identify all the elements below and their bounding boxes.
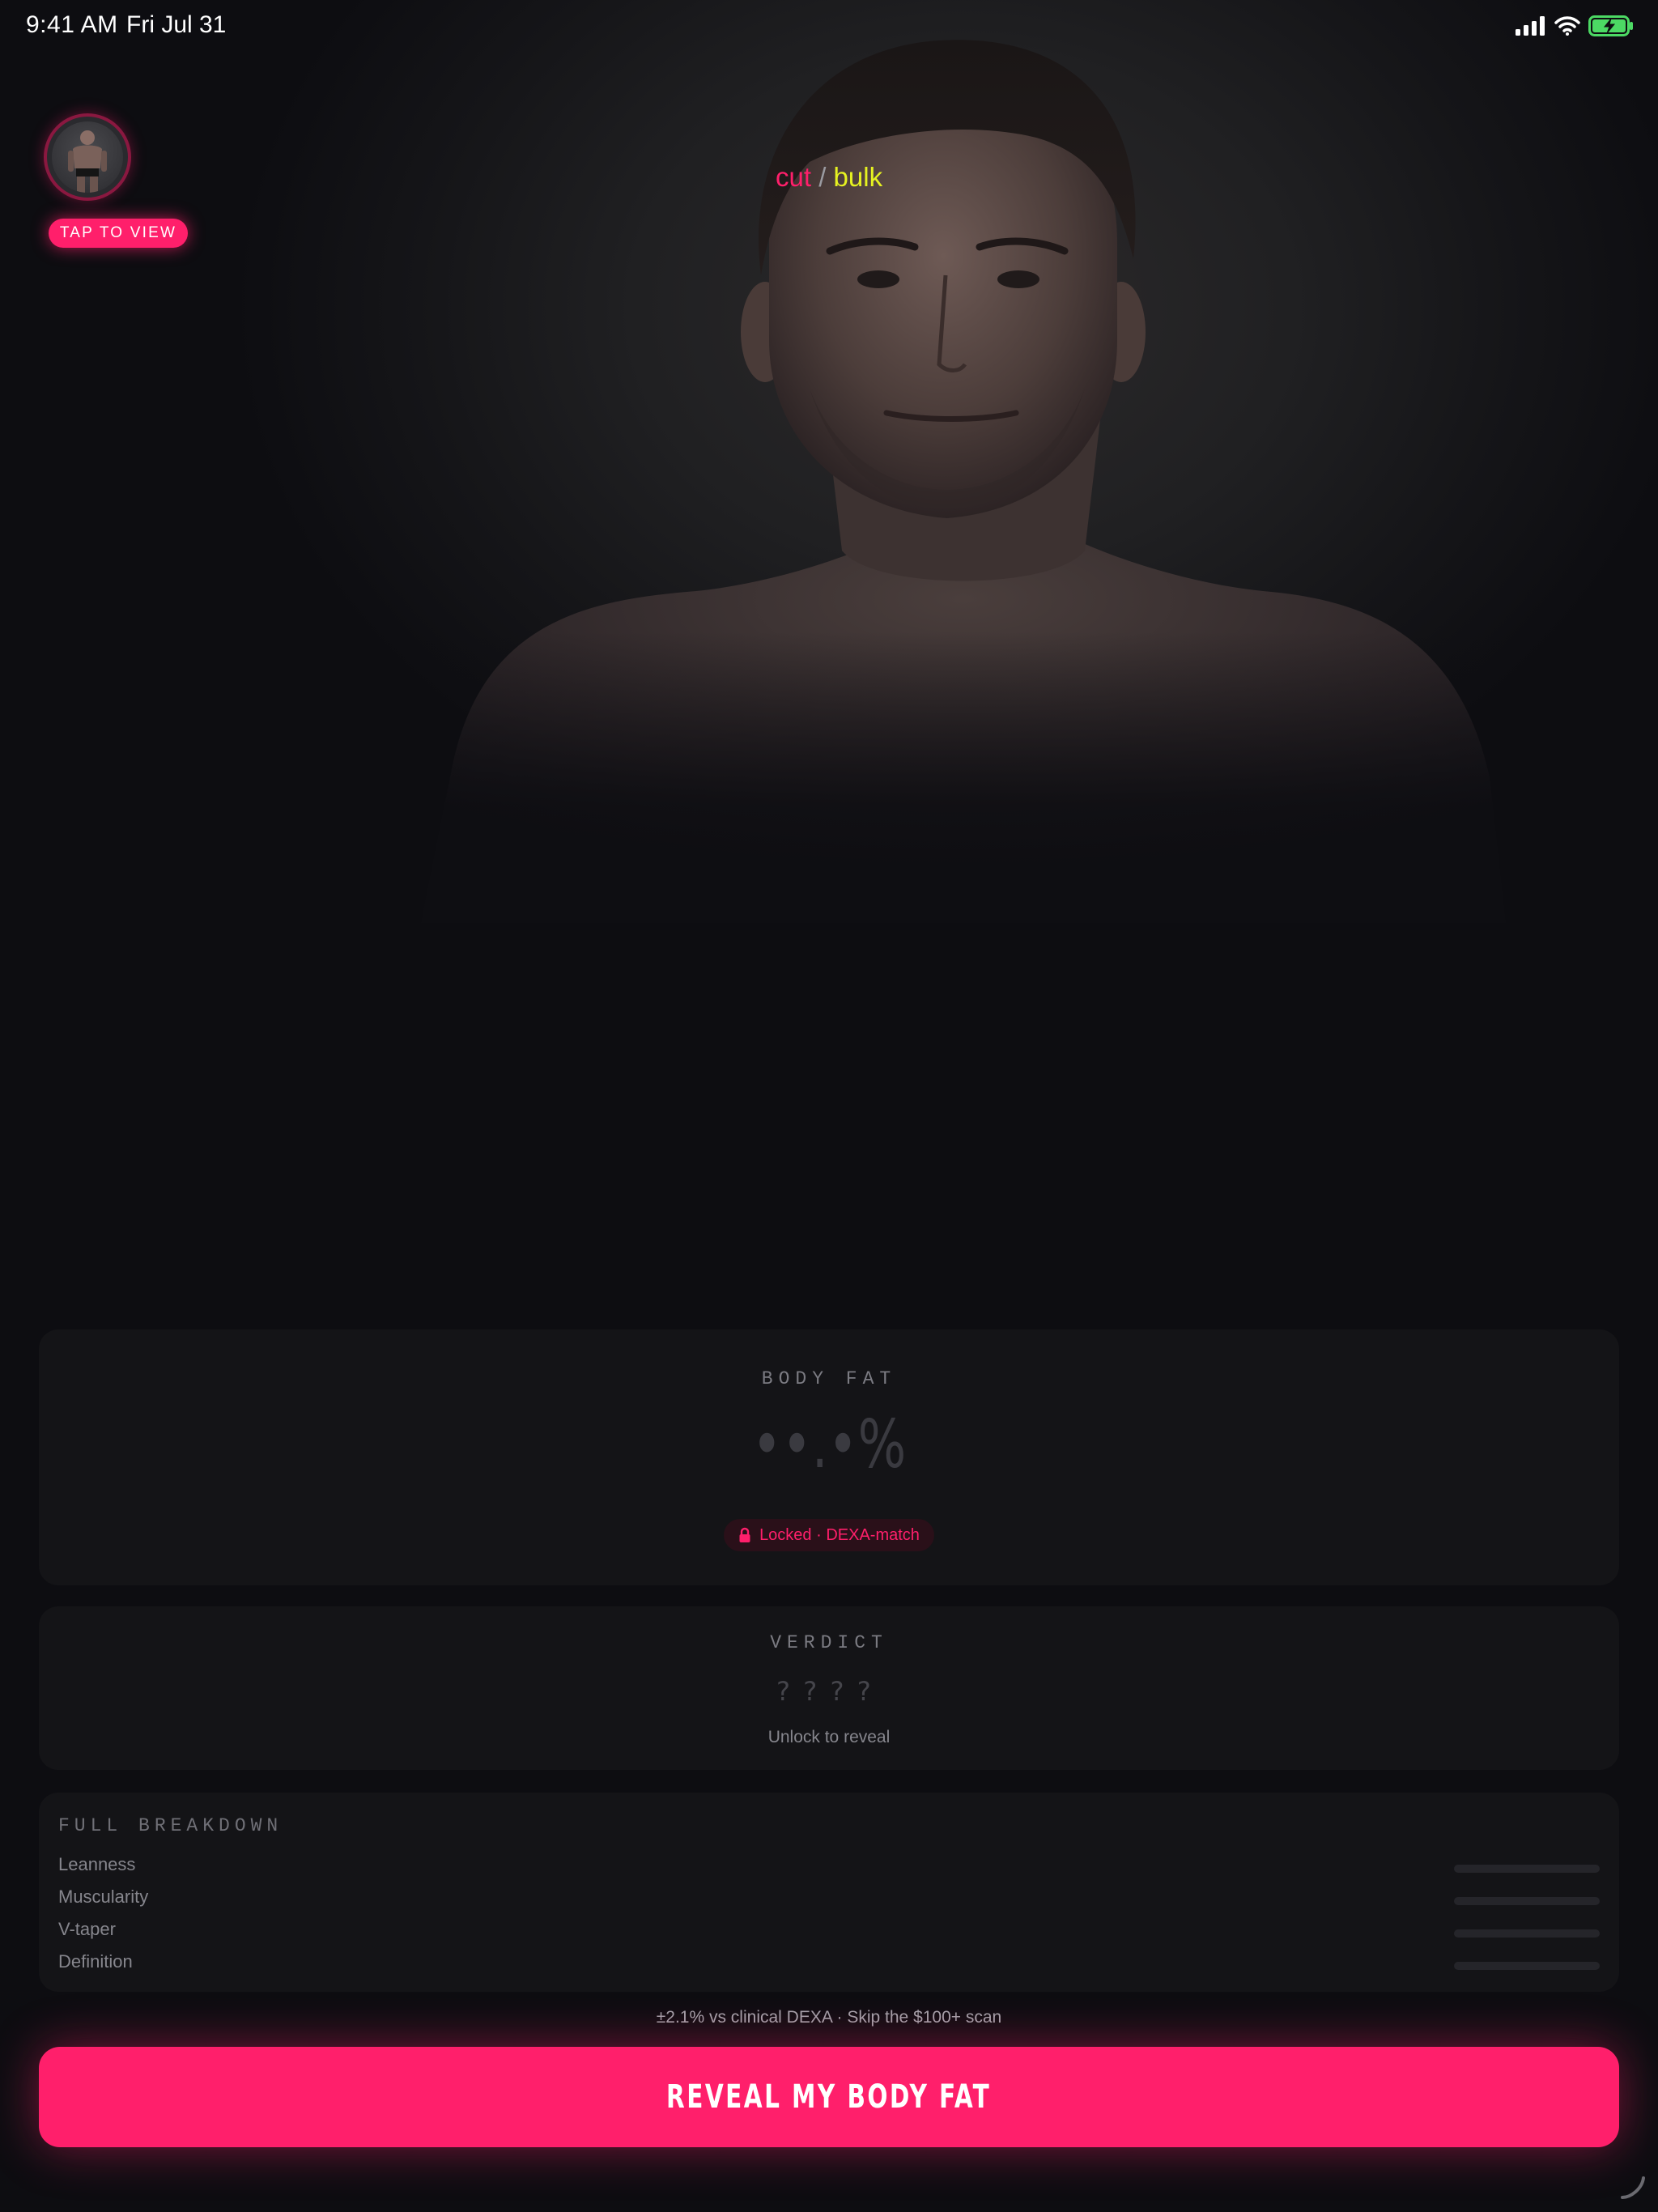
locked-label: Locked · DEXA-match bbox=[759, 1525, 920, 1544]
breakdown-row-bar-locked bbox=[1454, 1929, 1600, 1938]
verdict-unlock-hint: Unlock to reveal bbox=[767, 1728, 891, 1746]
toggle-separator: / bbox=[818, 162, 827, 192]
locked-badge: Locked · DEXA-match bbox=[724, 1519, 934, 1551]
breakdown-title: FULL BREAKDOWN bbox=[58, 1815, 283, 1836]
accuracy-footnote: ±2.1% vs clinical DEXA · Skip the $100+ … bbox=[656, 2008, 1002, 2027]
status-bar: 9:41 AM Fri Jul 31 bbox=[0, 0, 1658, 52]
breakdown-row-label: Muscularity bbox=[58, 1887, 149, 1907]
breakdown-row-definition: Definition bbox=[58, 1951, 1600, 1984]
lock-icon bbox=[739, 1527, 750, 1542]
verdict-label: VERDICT bbox=[770, 1632, 888, 1653]
status-time: 9:41 AM bbox=[26, 11, 118, 38]
body-fat-value: ••.•% bbox=[751, 1406, 907, 1483]
body-photo-thumbnail[interactable] bbox=[44, 113, 131, 201]
body-fat-card: BODY FAT ••.•% Locked · DEXA-match bbox=[39, 1329, 1619, 1585]
reveal-button-label: REVEAL MY BODY FAT bbox=[666, 2078, 992, 2116]
status-icons bbox=[1516, 15, 1634, 37]
breakdown-row-label: Leanness bbox=[58, 1854, 136, 1874]
cut-bulk-toggle[interactable]: cut / bulk bbox=[776, 162, 882, 193]
status-date: Fri Jul 31 bbox=[126, 11, 227, 38]
body-fat-label: BODY FAT bbox=[761, 1368, 897, 1389]
person-figure-icon bbox=[68, 130, 107, 193]
breakdown-row-leanness: Leanness bbox=[58, 1854, 1600, 1887]
body-photo-thumbnail-image bbox=[52, 121, 123, 193]
hero-photo-area bbox=[0, 0, 1658, 1328]
breakdown-card: FULL BREAKDOWN Leanness Muscularity V-ta… bbox=[39, 1793, 1619, 1992]
breakdown-row-v-taper: V-taper bbox=[58, 1919, 1600, 1951]
corner-indicator-icon bbox=[1621, 2176, 1645, 2199]
battery-charging-icon bbox=[1588, 15, 1633, 36]
breakdown-row-muscularity: Muscularity bbox=[58, 1887, 1600, 1919]
breakdown-row-label: Definition bbox=[58, 1951, 133, 1972]
breakdown-row-label: V-taper bbox=[58, 1919, 116, 1939]
verdict-card: VERDICT ???? Unlock to reveal bbox=[39, 1606, 1619, 1770]
hero-fade-overlay bbox=[0, 632, 1658, 1328]
tap-to-view-button[interactable]: TAP TO VIEW bbox=[49, 219, 188, 248]
bulk-option[interactable]: bulk bbox=[834, 162, 883, 192]
verdict-value: ???? bbox=[775, 1676, 883, 1707]
cut-option[interactable]: cut bbox=[776, 162, 811, 192]
breakdown-row-bar-locked bbox=[1454, 1865, 1600, 1873]
reveal-body-fat-button[interactable]: REVEAL MY BODY FAT bbox=[39, 2047, 1619, 2147]
breakdown-row-bar-locked bbox=[1454, 1962, 1600, 1970]
cellular-signal-icon bbox=[1516, 16, 1545, 36]
breakdown-row-bar-locked bbox=[1454, 1897, 1600, 1905]
wifi-icon bbox=[1554, 16, 1580, 36]
